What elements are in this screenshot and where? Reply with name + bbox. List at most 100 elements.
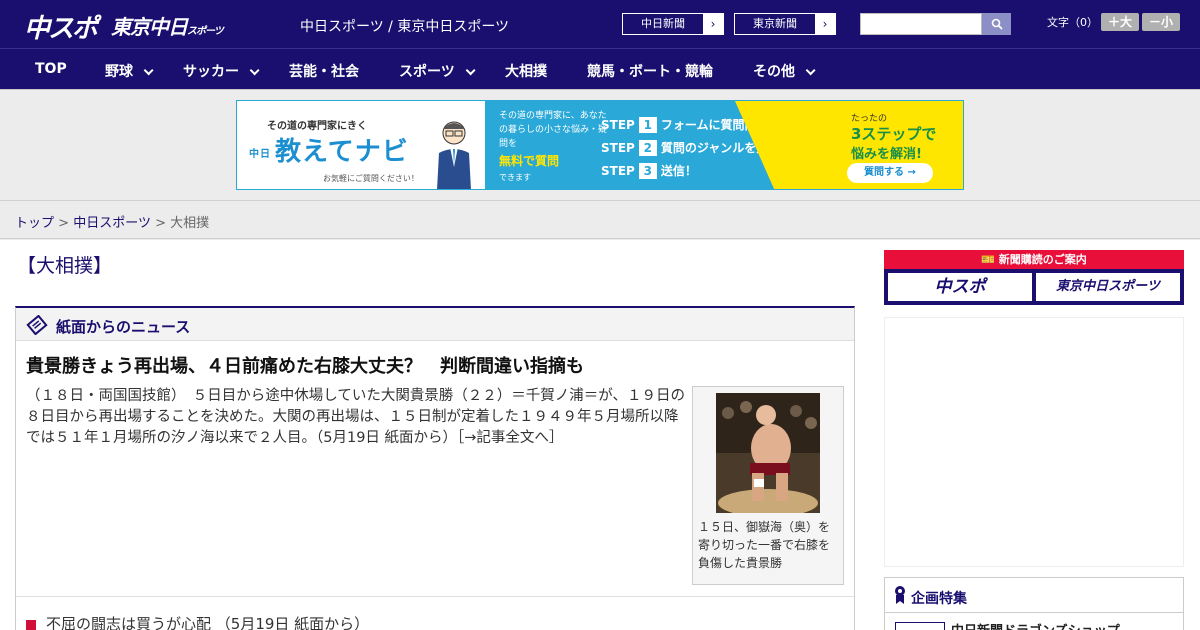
divider — [16, 596, 854, 597]
tokyo-button-label: 東京新聞 — [735, 14, 815, 34]
chevron-down-icon — [465, 65, 476, 76]
step-number: 2 — [638, 140, 657, 156]
banner-tagline: その道の専門家にきく — [267, 121, 367, 132]
banner-mid-end: できます — [499, 173, 531, 182]
nav-label: スポーツ — [399, 64, 455, 80]
nav-item-soccer[interactable]: サッカー — [183, 61, 260, 81]
banner-left: その道の専門家にきく 中日 教えてナビ お気軽にご質問ください！ — [237, 101, 485, 189]
nav-label: 大相撲 — [505, 64, 547, 80]
breadcrumb-separator: > — [155, 216, 166, 231]
banner-right-main: 3ステップで — [851, 125, 937, 143]
nav-label: 競馬・ボート・競輪 — [587, 64, 713, 80]
sumo-wrestler-image — [716, 393, 820, 513]
dragons-shop-thumbnail[interactable] — [895, 622, 945, 630]
nav-item-other[interactable]: その他 — [753, 61, 816, 81]
banner-brand-prefix: 中日 — [249, 149, 271, 160]
banner-mid-highlight: 無料で質問 — [499, 154, 560, 168]
sumo-photo[interactable] — [716, 393, 820, 513]
panel-title: 紙面からのニュース — [56, 318, 191, 336]
chevron-right-icon: › — [703, 14, 723, 34]
step-label: STEP — [601, 118, 635, 132]
breadcrumb-bar: トップ > 中日スポーツ > 大相撲 — [0, 200, 1200, 239]
tokyo-logo-main: 東京中日 — [111, 15, 188, 39]
tokyo-logo-sub: スポーツ — [187, 26, 224, 37]
banner-mid-text: その道の専門家に、あなたの暮らしの小さな悩み・疑問を — [499, 111, 608, 149]
banner-right-sub: 悩みを解消! — [851, 147, 922, 162]
businessman-illustration — [437, 121, 471, 189]
chuspo-logo[interactable]: 中スポ — [24, 8, 98, 45]
oshiete-navi-banner[interactable]: その道の専門家にきく 中日 教えてナビ お気軽にご質問ください！ その道の専門家に… — [236, 100, 964, 190]
breadcrumb-home-link[interactable]: トップ — [15, 216, 54, 231]
site-title: 中日スポーツ / 東京中日スポーツ — [300, 19, 510, 35]
banner-brand: 中日 教えてナビ — [249, 131, 409, 168]
banner-middle: その道の専門家に、あなたの暮らしの小さな悩み・疑問を 無料で質問 できます ST… — [485, 101, 804, 189]
chuspo-subscribe-button[interactable]: 中スポ — [888, 273, 1032, 301]
feature-box: 企画特集 中日新聞ドラゴンズショップ — [884, 577, 1184, 630]
breadcrumb-current: 大相撲 — [170, 216, 210, 231]
banner-cta-button[interactable]: 質問する → — [847, 163, 933, 183]
ribbon-icon — [895, 586, 905, 604]
feature-item-link[interactable]: 中日新聞ドラゴンズショップ — [951, 620, 1120, 630]
chunichi-shimbun-button[interactable]: 中日新聞 › — [622, 13, 724, 35]
banner-right: たったの 3ステップで 悩みを解消! 質問する → — [735, 101, 963, 189]
tokyo-shimbun-button[interactable]: 東京新聞 › — [734, 13, 836, 35]
step-label: STEP — [601, 141, 635, 155]
breadcrumb: トップ > 中日スポーツ > 大相撲 — [15, 212, 209, 231]
chunichi-button-label: 中日新聞 — [623, 14, 703, 34]
sidebar-ad-slot — [884, 317, 1184, 567]
bullet-icon — [26, 620, 36, 630]
article-photo-box: １５日、御嶽海（奥）を寄り切った一番で右膝を負傷した貴景勝 — [692, 386, 844, 585]
nav-label: その他 — [753, 64, 795, 80]
tokyo-chunichi-logo[interactable]: 東京中日スポーツ — [111, 11, 224, 40]
header-bar: 中スポ 東京中日スポーツ 中日スポーツ / 東京中日スポーツ 中日新聞 › 東京… — [0, 0, 1200, 48]
nav-item-racing[interactable]: 競馬・ボート・競輪 — [587, 61, 713, 81]
subscription-header-text: 新聞購読のご案内 — [998, 253, 1087, 266]
newspaper-icon — [26, 315, 48, 335]
chevron-down-icon — [249, 65, 260, 76]
banner-brand-name: 教えてナビ — [275, 137, 409, 167]
feature-title: 企画特集 — [911, 591, 967, 607]
breadcrumb-section-link[interactable]: 中日スポーツ — [73, 216, 151, 231]
subscription-box: 🎫 新聞購読のご案内 中スポ 東京中日スポーツ — [884, 250, 1184, 305]
ticket-icon: 🎫 — [981, 253, 999, 266]
banner-step-3: STEP 3 送信！ — [601, 162, 697, 179]
nav-item-top[interactable]: TOP — [35, 61, 67, 77]
breadcrumb-separator: > — [58, 216, 70, 231]
font-size-increase-button[interactable]: ＋大 — [1101, 13, 1139, 31]
nav-label: TOP — [35, 61, 67, 77]
nav-item-entertainment[interactable]: 芸能・社会 — [289, 61, 359, 81]
related-article-text: 不屈の闘志は買うが心配 （5月19日 紙面から） — [46, 615, 370, 630]
nav-label: 野球 — [105, 64, 133, 80]
chevron-right-icon: › — [815, 14, 835, 34]
news-panel: 紙面からのニュース 貴景勝きょう再出場、４日前痛めた右膝大丈夫？ 判断間違い指摘… — [15, 306, 855, 630]
step-label: STEP — [601, 164, 635, 178]
step-text: 送信！ — [660, 164, 697, 178]
step-number: 1 — [638, 117, 657, 133]
chevron-down-icon — [805, 65, 816, 76]
search-icon — [991, 18, 1003, 30]
article-lead: （１８日・両国国技館） ５日目から途中休場していた大関貴景勝（２２）＝千賀ノ浦＝… — [26, 388, 686, 446]
nav-item-sumo[interactable]: 大相撲 — [505, 61, 547, 81]
font-size-label: 文字（0） — [1047, 16, 1098, 29]
banner-note: お気軽にご質問ください！ — [323, 174, 419, 183]
feature-header: 企画特集 — [885, 578, 1183, 613]
article-headline[interactable]: 貴景勝きょう再出場、４日前痛めた右膝大丈夫？ 判断間違い指摘も — [26, 352, 584, 378]
nav-label: 芸能・社会 — [289, 64, 359, 80]
step-number: 3 — [638, 163, 657, 179]
nav-item-sports[interactable]: スポーツ — [399, 61, 476, 81]
banner-diagonal — [735, 101, 775, 189]
subscription-header: 🎫 新聞購読のご案内 — [884, 250, 1184, 269]
nav-item-baseball[interactable]: 野球 — [105, 61, 154, 81]
divider — [0, 89, 1200, 90]
search-input[interactable] — [860, 13, 982, 35]
tokyo-chunichi-subscribe-button[interactable]: 東京中日スポーツ — [1036, 273, 1180, 301]
font-size-decrease-button[interactable]: －小 — [1142, 13, 1180, 31]
panel-header: 紙面からのニュース — [16, 308, 854, 341]
main-nav: TOP 野球 サッカー 芸能・社会 スポーツ 大相撲 競馬・ボート・競輪 その他 — [0, 48, 1200, 89]
search-button[interactable] — [982, 13, 1011, 35]
chevron-down-icon — [143, 65, 154, 76]
photo-caption: １５日、御嶽海（奥）を寄り切った一番で右膝を負傷した貴景勝 — [698, 520, 831, 570]
related-article-link[interactable]: 不屈の闘志は買うが心配 （5月19日 紙面から） — [26, 613, 369, 630]
nav-label: サッカー — [183, 64, 239, 80]
page-title: 【大相撲】 — [17, 255, 113, 277]
